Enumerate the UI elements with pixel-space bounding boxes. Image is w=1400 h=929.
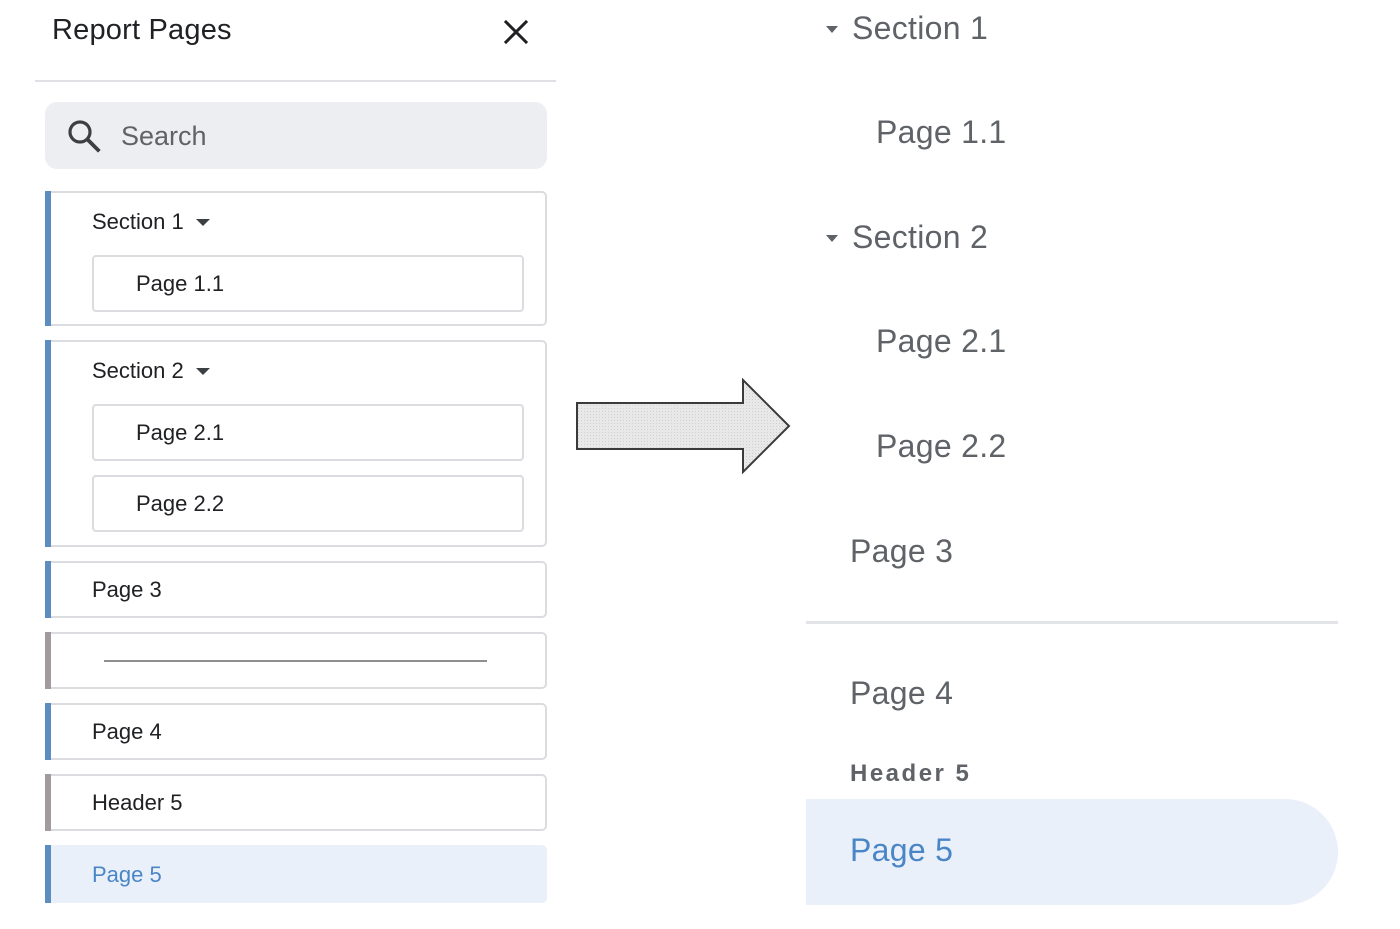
page-5-label: Page 5 <box>92 862 162 887</box>
search-input[interactable] <box>121 116 521 156</box>
section-1-label: Section 1 <box>92 209 184 234</box>
close-icon <box>503 19 529 45</box>
preview-page-5-label: Page 5 <box>850 832 954 868</box>
preview-page-2-2[interactable]: Page 2.2 <box>876 428 1007 465</box>
preview-section-1-label: Section 1 <box>852 10 989 46</box>
panel-title: Report Pages <box>52 14 232 46</box>
page-2-2-item[interactable]: Page 2.2 <box>92 475 524 532</box>
page-2-1-label: Page 2.1 <box>136 420 225 445</box>
search-box <box>45 102 547 169</box>
preview-section-2-label: Section 2 <box>852 219 989 255</box>
search-icon <box>68 120 101 153</box>
preview-section-2[interactable]: Section 2 <box>824 219 988 256</box>
preview-page-3[interactable]: Page 3 <box>850 533 953 570</box>
page-1-1-label: Page 1.1 <box>136 271 225 296</box>
preview-page-1-1[interactable]: Page 1.1 <box>876 114 1007 151</box>
page-3-label: Page 3 <box>92 577 162 602</box>
page-4-item[interactable]: Page 4 <box>45 703 547 760</box>
caret-down-icon[interactable] <box>194 216 212 228</box>
section-2-header[interactable]: Section 2 <box>92 358 212 384</box>
report-pages-panel: Report Pages Section 1 Page 1.1 Section … <box>35 0 556 929</box>
header-5-item[interactable]: Header 5 <box>45 774 547 831</box>
right-arrow-icon <box>576 378 791 475</box>
caret-down-icon[interactable] <box>194 365 212 377</box>
section-2-label: Section 2 <box>92 358 184 383</box>
preview-page-2-1[interactable]: Page 2.1 <box>876 323 1007 360</box>
page-3-item[interactable]: Page 3 <box>45 561 547 618</box>
caret-down-icon[interactable] <box>824 24 840 34</box>
section-2-item[interactable]: Section 2 Page 2.1 Page 2.2 <box>45 340 547 547</box>
section-1-item[interactable]: Section 1 Page 1.1 <box>45 191 547 326</box>
page-2-2-label: Page 2.2 <box>136 491 225 516</box>
caret-down-icon[interactable] <box>824 233 840 243</box>
section-1-header[interactable]: Section 1 <box>92 209 212 235</box>
header-5-label: Header 5 <box>92 790 183 815</box>
navigation-preview: Section 1 Page 1.1 Section 2 Page 2.1 Pa… <box>806 0 1366 929</box>
preview-page-4[interactable]: Page 4 <box>850 675 953 712</box>
close-button[interactable] <box>500 16 532 48</box>
preview-header-5: Header 5 <box>850 760 972 787</box>
divider-line <box>104 660 487 662</box>
page-2-1-item[interactable]: Page 2.1 <box>92 404 524 461</box>
preview-divider <box>806 621 1338 624</box>
preview-section-1[interactable]: Section 1 <box>824 10 988 47</box>
page-5-item[interactable]: Page 5 <box>45 845 547 903</box>
page-1-1-item[interactable]: Page 1.1 <box>92 255 524 312</box>
preview-page-5[interactable]: Page 5 <box>806 799 1338 905</box>
divider-item[interactable] <box>45 632 547 689</box>
page-4-label: Page 4 <box>92 719 162 744</box>
title-divider <box>35 80 556 82</box>
